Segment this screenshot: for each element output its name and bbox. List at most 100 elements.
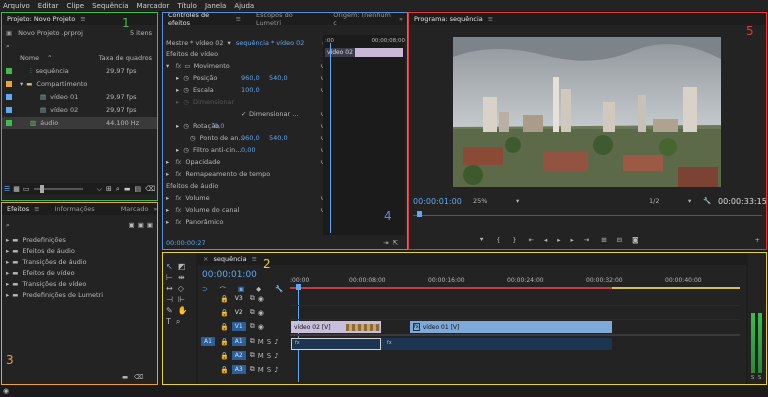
list-item[interactable]: ▤ vídeo 01 29,97 fps [6, 91, 156, 103]
stopwatch-icon[interactable]: ◷ [183, 86, 189, 94]
overflow-icon[interactable]: » [399, 15, 403, 23]
solo-button[interactable]: S [267, 366, 271, 374]
tab-info[interactable]: Informações [50, 205, 100, 213]
solo-button[interactable]: S [267, 352, 271, 360]
mark-out-icon[interactable]: } [512, 236, 516, 244]
mic-icon[interactable]: ♪ [274, 338, 278, 346]
razor-icon[interactable]: ◇ [178, 284, 184, 293]
find-icon[interactable]: ⌕ [116, 185, 120, 194]
timeline-ruler[interactable]: :00:00 00:00:08:00 00:00:16:00 00:00:24:… [290, 277, 740, 291]
lock-icon[interactable]: 🔒 [220, 295, 229, 303]
sync-icon[interactable]: ⧉ [250, 337, 255, 346]
tab-effects[interactable]: Efeitos [2, 205, 34, 213]
timeline-timecode[interactable]: 00:00:01:00 [202, 270, 257, 280]
search-icon[interactable]: ⌕ [6, 221, 10, 230]
effect-timeline[interactable]: :00 00;00;08;00 vídeo 02 [323, 35, 405, 235]
menu-marker[interactable]: Marcador [137, 2, 170, 10]
audio-clip[interactable]: fx fx [291, 338, 612, 350]
col-rate[interactable]: Taxa de quadros [99, 54, 152, 62]
scale-value[interactable]: 100,0 [241, 86, 260, 94]
slip-tool-icon[interactable]: ⊣ [166, 295, 173, 304]
mute-button[interactable]: M [258, 338, 264, 346]
yuv-icon[interactable]: ▣ [147, 221, 153, 229]
lock-icon[interactable]: 🔒 [220, 309, 229, 317]
panel-menu-icon[interactable]: ≡ [488, 15, 493, 23]
eye-icon[interactable]: ◉ [258, 295, 264, 303]
new-item-icon[interactable]: ▤ [134, 185, 141, 193]
icon-view-icon[interactable]: ▦ [13, 185, 20, 193]
menu-file[interactable]: Arquivo [3, 2, 30, 10]
trash-icon[interactable]: ⌫ [134, 373, 143, 381]
search-row[interactable]: ⌕ [6, 40, 10, 52]
position-x[interactable]: 960,0 [241, 74, 260, 82]
new-bin-icon[interactable]: ▬ [124, 185, 131, 193]
eye-icon[interactable]: ◉ [258, 323, 264, 331]
volume-row[interactable]: ▸fx Volume ↺ [166, 192, 326, 204]
anchor-x[interactable]: 960,0 [241, 134, 260, 142]
pan-row[interactable]: ▸ fx Panorâmico [166, 216, 223, 228]
tab-program[interactable]: Programa: sequência [409, 15, 488, 23]
pen-tool-icon[interactable]: ✎ [166, 306, 173, 315]
track-select-icon[interactable]: ◩ [178, 262, 186, 271]
effects-search-row[interactable]: ⌕ ▣ ▣ ▣ [6, 219, 156, 231]
panel-menu-icon[interactable]: ≡ [34, 205, 39, 213]
flicker-value[interactable]: 0,00 [241, 146, 255, 154]
eye-icon[interactable]: ◉ [258, 309, 264, 317]
rolling-edit-icon[interactable]: ⇹ [178, 273, 185, 282]
master-clip[interactable]: Mestre * vídeo 02 [166, 39, 224, 47]
uniform-checkbox[interactable]: ✓ [241, 110, 246, 118]
search-icon[interactable]: ⌕ [6, 42, 10, 51]
step-forward-icon[interactable]: ▸ [570, 236, 573, 244]
list-item[interactable]: ⫶ sequência 29,97 fps [6, 65, 156, 77]
menu-edit[interactable]: Editar [38, 2, 59, 10]
video-clip-02[interactable]: vídeo 02 [V] [291, 321, 381, 333]
remap-row[interactable]: ▸ fx Remapeamento de tempo [166, 168, 270, 180]
clip-bar[interactable]: vídeo 02 [325, 48, 403, 57]
new-bin-icon[interactable]: ▬ [122, 373, 128, 381]
solo-button[interactable]: S [267, 338, 271, 346]
zoom-slider[interactable] [33, 185, 83, 193]
ripple-edit-icon[interactable]: ⊢ [166, 273, 173, 282]
zoom-select[interactable]: 25% [473, 197, 487, 205]
camera-icon[interactable]: ◙ [632, 236, 638, 244]
opacity-row[interactable]: ▸fx Opacidade ↺ [166, 156, 326, 168]
tab-lumetri-scopes[interactable]: Escopos do Lumetri [251, 11, 322, 27]
sync-icon[interactable]: ⧉ [250, 351, 255, 360]
panel-menu-icon[interactable]: ≡ [80, 15, 85, 23]
source-patch-a1[interactable]: A1 [201, 337, 215, 346]
menu-sequence[interactable]: Sequência [92, 2, 128, 10]
stopwatch-icon[interactable]: ◷ [183, 146, 189, 154]
lift-icon[interactable]: ⊞ [601, 236, 606, 244]
sync-icon[interactable]: ⧉ [250, 308, 255, 317]
lock-icon[interactable]: 🔒 [220, 366, 229, 374]
channel-volume-row[interactable]: ▸fx Volume do canal ↺ [166, 204, 326, 216]
rate-stretch-icon[interactable]: ↔ [166, 284, 173, 293]
anchor-y[interactable]: 540,0 [269, 134, 288, 142]
overflow-icon[interactable]: » [153, 205, 157, 213]
marker-icon[interactable]: ⯆ [479, 236, 484, 245]
rotation-value[interactable]: 0,0 [214, 122, 224, 130]
accelerated-icon[interactable]: ▣ [129, 221, 135, 229]
position-y[interactable]: 540,0 [269, 74, 288, 82]
lock-icon[interactable]: 🔒 [220, 323, 229, 331]
solo-left[interactable]: S [751, 375, 754, 381]
timeline-settings-icon[interactable]: ◆ [256, 285, 261, 293]
sync-icon[interactable]: ⧉ [250, 365, 255, 374]
quality-select[interactable]: 1/2 [649, 197, 659, 205]
mic-icon[interactable]: ♪ [274, 352, 278, 360]
panel-menu-icon[interactable]: ≡ [236, 15, 241, 23]
list-item[interactable]: ▸ ▬ Predefinições de Lumetri [6, 289, 103, 301]
effect-timecode[interactable]: 00:00:00:27 [166, 239, 206, 247]
snap-icon[interactable]: ⊃ [202, 285, 207, 293]
filter-icon[interactable]: ⇥ [383, 239, 388, 247]
menu-clip[interactable]: Clipe [67, 2, 85, 10]
stopwatch-icon[interactable]: ◷ [183, 74, 189, 82]
solo-right[interactable]: S [758, 375, 761, 381]
track-label[interactable]: A2 [231, 351, 246, 360]
step-back-icon[interactable]: ◂ [544, 236, 547, 244]
wrench-icon[interactable]: 🔧 [275, 285, 283, 293]
mute-button[interactable]: M [258, 352, 264, 360]
track-label[interactable]: V2 [232, 308, 246, 317]
track-label[interactable]: A3 [231, 365, 246, 374]
transition-block[interactable] [346, 324, 380, 331]
